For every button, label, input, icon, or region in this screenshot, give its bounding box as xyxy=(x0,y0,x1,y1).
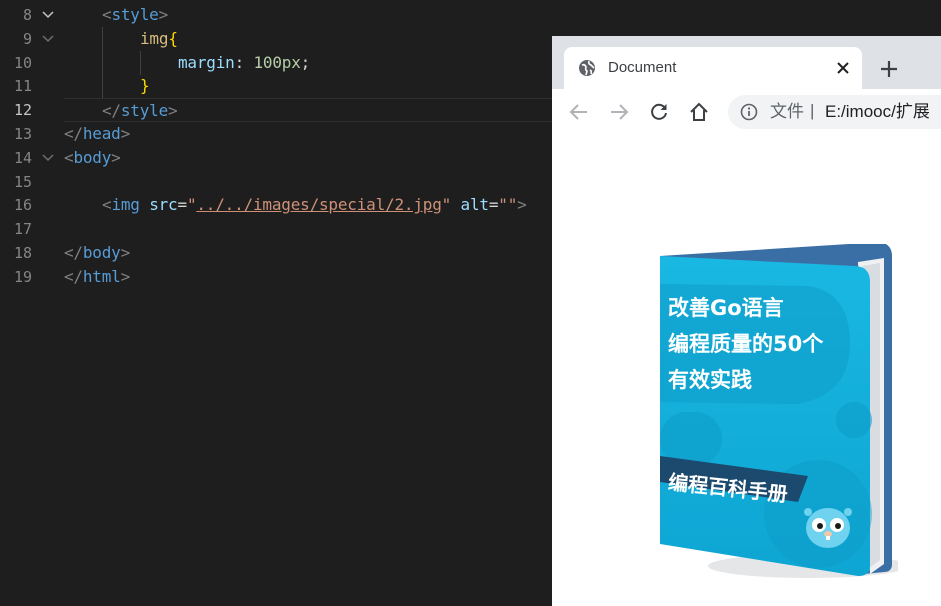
code-token: > xyxy=(517,195,527,215)
tab-strip: Document xyxy=(552,36,941,89)
code-token: </ xyxy=(102,101,121,121)
code-token: 100px xyxy=(253,52,301,72)
back-arrow-icon[interactable] xyxy=(568,101,590,123)
code-token: " xyxy=(441,195,452,215)
code-text: <style> xyxy=(102,3,168,27)
code-token: body xyxy=(82,243,121,262)
code-token: style xyxy=(111,5,159,24)
line-number: 17 xyxy=(13,220,32,239)
url-separator: | xyxy=(810,101,815,120)
code-token: > xyxy=(168,101,178,121)
code-text: img{ xyxy=(140,27,178,51)
line-number: 14 xyxy=(13,148,32,167)
book-cover-image: 改善Go语言 编程质量的50个 有效实践 编程百科手册 xyxy=(658,242,908,580)
code-token: : xyxy=(234,52,254,72)
line-number: 15 xyxy=(13,172,32,191)
code-token: body xyxy=(73,147,112,167)
address-bar[interactable]: 文件 | E:/imooc/扩展 xyxy=(728,95,941,129)
indent-guide xyxy=(102,74,103,99)
plus-icon[interactable] xyxy=(878,58,900,80)
code-text: } xyxy=(140,74,150,98)
code-token: "" xyxy=(498,195,518,215)
code-text: <body> xyxy=(64,146,121,170)
close-icon[interactable] xyxy=(834,59,852,77)
code-token: alt xyxy=(460,195,490,215)
code-token: ../../images/special/2.jpg xyxy=(196,195,442,215)
code-area[interactable]: <style> xyxy=(64,3,941,27)
code-token: img xyxy=(140,28,169,48)
line-number: 11 xyxy=(13,77,32,96)
code-token: src xyxy=(149,195,178,215)
browser-toolbar: 文件 | E:/imooc/扩展 xyxy=(552,89,941,137)
indent-guide xyxy=(140,50,141,75)
code-text: </html> xyxy=(64,265,130,289)
line-number: 8 xyxy=(22,6,32,24)
info-icon[interactable] xyxy=(740,103,758,121)
chevron-down-icon[interactable] xyxy=(42,10,54,20)
code-text: margin: 100px; xyxy=(178,51,310,75)
code-token: > xyxy=(111,147,121,167)
code-text: </body> xyxy=(64,241,130,265)
code-token: > xyxy=(120,243,131,262)
code-token: > xyxy=(120,266,131,286)
code-token: " xyxy=(186,195,197,215)
url-scheme: 文件 xyxy=(770,102,804,121)
line-number: 9 xyxy=(22,29,32,48)
code-token: ; xyxy=(300,52,311,72)
code-token: { xyxy=(168,28,178,48)
indent-guide xyxy=(102,26,103,51)
book-title-line-3: 有效实践 xyxy=(668,368,752,392)
tab-title: Document xyxy=(608,59,677,76)
book-title-line-1: 改善Go语言 xyxy=(668,296,784,320)
forward-arrow-icon[interactable] xyxy=(608,101,630,123)
globe-icon xyxy=(578,59,596,77)
code-token: > xyxy=(120,124,131,143)
url-text[interactable]: E:/imooc/扩展 xyxy=(825,102,930,122)
chevron-down-icon[interactable] xyxy=(42,153,54,163)
code-token: = xyxy=(488,195,499,215)
code-token: style xyxy=(120,101,169,121)
code-token: </ xyxy=(64,243,83,262)
line-number: 13 xyxy=(13,125,32,143)
code-text: <img src="../../images/special/2.jpg" al… xyxy=(102,193,527,217)
reload-icon[interactable] xyxy=(648,101,670,123)
page-content: 改善Go语言 编程质量的50个 有效实践 编程百科手册 xyxy=(552,136,941,606)
code-token: = xyxy=(177,195,188,215)
line-number: 16 xyxy=(13,196,32,215)
code-token: html xyxy=(82,266,121,286)
code-line[interactable]: 8 <style> xyxy=(0,3,941,27)
home-icon[interactable] xyxy=(688,101,710,123)
code-token: margin xyxy=(178,52,235,72)
indent-guide xyxy=(102,50,103,75)
browser-window: Document 文件 | E:/imooc/扩展 改善Go语言 编程质量的50… xyxy=(552,36,941,606)
line-number: 12 xyxy=(13,101,32,120)
code-token: </ xyxy=(64,266,83,286)
line-number: 10 xyxy=(13,53,32,72)
code-token: > xyxy=(158,5,169,24)
code-text: </style> xyxy=(102,99,178,123)
code-token: } xyxy=(140,76,150,96)
code-token: img xyxy=(111,195,140,215)
line-number: 19 xyxy=(13,267,32,286)
code-text: </head> xyxy=(64,122,130,146)
line-number: 18 xyxy=(13,244,32,262)
chevron-down-icon[interactable] xyxy=(42,34,54,44)
code-token: head xyxy=(82,124,121,143)
code-token: </ xyxy=(64,124,83,143)
tab-document[interactable]: Document xyxy=(564,47,862,89)
book-title-line-2: 编程质量的50个 xyxy=(668,332,824,356)
